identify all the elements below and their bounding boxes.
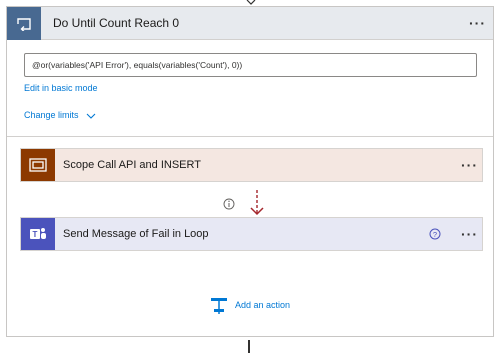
- bottom-connector-line: [248, 340, 250, 353]
- change-limits-link[interactable]: Change limits: [24, 110, 96, 120]
- run-after-arrow-icon: [250, 190, 264, 216]
- scope-action-title: Scope Call API and INSERT: [63, 159, 201, 171]
- svg-text:T: T: [33, 230, 38, 239]
- teams-icon: T: [21, 218, 55, 250]
- send-message-action-title: Send Message of Fail in Loop: [63, 228, 209, 240]
- add-an-action-label: Add an action: [235, 300, 291, 310]
- scope-icon: [21, 149, 55, 181]
- info-icon[interactable]: [223, 198, 235, 210]
- do-until-loop-card: Do Until Count Reach 0 ··· Edit in basic…: [6, 6, 494, 337]
- send-message-more-options-button[interactable]: ···: [461, 227, 478, 241]
- loop-header[interactable]: Do Until Count Reach 0 ···: [7, 7, 493, 40]
- condition-expression-input[interactable]: [24, 53, 477, 77]
- edit-in-basic-mode-link[interactable]: Edit in basic mode: [24, 83, 98, 93]
- help-icon[interactable]: ?: [429, 228, 441, 240]
- send-message-action-card[interactable]: T Send Message of Fail in Loop ? ···: [20, 217, 483, 251]
- do-until-loop-icon: [7, 7, 41, 40]
- loop-title: Do Until Count Reach 0: [53, 16, 180, 30]
- change-limits-label: Change limits: [24, 110, 79, 120]
- chevron-down-icon: [86, 113, 96, 119]
- scope-action-card[interactable]: Scope Call API and INSERT ···: [20, 148, 483, 182]
- svg-text:?: ?: [433, 230, 437, 239]
- add-action-icon: [211, 298, 227, 314]
- scope-more-options-button[interactable]: ···: [461, 158, 478, 172]
- loop-more-options-button[interactable]: ···: [469, 16, 486, 30]
- divider: [7, 136, 493, 137]
